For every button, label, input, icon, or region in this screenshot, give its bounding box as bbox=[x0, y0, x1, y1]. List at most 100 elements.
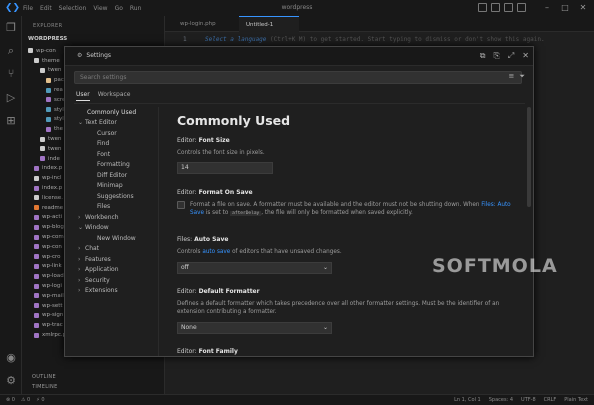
file-tree-label: twen bbox=[48, 145, 62, 152]
menu-selection[interactable]: Selection bbox=[59, 5, 87, 12]
watermark-text: SOFTMOLA bbox=[432, 255, 558, 277]
toc-item[interactable]: Formatting bbox=[74, 160, 158, 171]
clear-filter-icon[interactable]: ≡ bbox=[509, 72, 515, 81]
vscode-logo-icon: ❮❯ bbox=[5, 3, 21, 13]
toc-label: Files bbox=[97, 203, 111, 211]
auto-save-link[interactable]: auto save bbox=[202, 249, 230, 255]
close-window-icon[interactable]: ✕ bbox=[576, 3, 590, 12]
extensions-icon[interactable]: ⊞ bbox=[5, 115, 17, 127]
outline-section[interactable]: OUTLINE bbox=[32, 374, 56, 380]
maximize-icon[interactable]: □ bbox=[558, 3, 572, 12]
close-icon[interactable]: ✕ bbox=[522, 51, 529, 61]
source-control-icon[interactable]: ⑂ bbox=[5, 68, 17, 80]
activity-bar: ❐ ⌕ ⑂ ▷ ⊞ ◉ ⚙ bbox=[0, 16, 22, 394]
toc-item[interactable]: Commonly Used bbox=[74, 107, 158, 118]
file-tree-label: wp-acti bbox=[42, 214, 63, 221]
toggle-primary-sidebar-icon[interactable] bbox=[478, 3, 487, 12]
toc-item[interactable]: › Extensions bbox=[74, 286, 158, 297]
workspace-root[interactable]: WORDPRESS bbox=[28, 36, 67, 42]
language-mode[interactable]: Plain Text bbox=[564, 397, 588, 403]
toc-item[interactable]: ⌄ Text Editor bbox=[74, 118, 158, 129]
toc-item[interactable]: ⌄ Window bbox=[74, 223, 158, 234]
files-icon[interactable]: ❐ bbox=[5, 22, 17, 34]
settings-gear-icon: ⚙ bbox=[77, 52, 83, 59]
toc-item[interactable]: › Application bbox=[74, 265, 158, 276]
errors-status[interactable]: ⊗ 0 bbox=[6, 397, 15, 403]
setting-name: Format On Save bbox=[198, 189, 253, 196]
file-type-icon bbox=[34, 175, 39, 181]
menu-run[interactable]: Run bbox=[130, 5, 142, 12]
toc-label: Formatting bbox=[97, 161, 130, 169]
desc-part: of editors that have unsaved changes. bbox=[230, 249, 342, 255]
timeline-section[interactable]: TIMELINE bbox=[32, 384, 58, 390]
minimize-icon[interactable]: – bbox=[540, 3, 554, 12]
tab-untitled[interactable]: Untitled-1 bbox=[239, 16, 299, 32]
setting-prefix: Files: bbox=[177, 236, 195, 243]
tab-workspace[interactable]: Workspace bbox=[98, 91, 131, 101]
indentation[interactable]: Spaces: 4 bbox=[489, 397, 513, 403]
copy-icon[interactable]: ⧉ bbox=[480, 51, 486, 61]
setting-format-on-save: Editor: Format On Save Format a file on … bbox=[177, 189, 517, 218]
toggle-secondary-sidebar-icon[interactable] bbox=[504, 3, 513, 12]
toc-item[interactable]: Files bbox=[74, 202, 158, 213]
manage-gear-icon[interactable]: ⚙ bbox=[5, 375, 17, 387]
settings-title: ⚙ Settings bbox=[77, 52, 111, 59]
toc-item[interactable]: › Security bbox=[74, 275, 158, 286]
chevron-right-icon: › bbox=[78, 245, 81, 253]
tab-user[interactable]: User bbox=[76, 91, 90, 101]
settings-scrollbar[interactable] bbox=[527, 107, 531, 207]
toc-item[interactable]: › Workbench bbox=[74, 212, 158, 223]
line-number: 1 bbox=[183, 36, 187, 43]
select-language-link[interactable]: Select a language bbox=[205, 36, 266, 43]
font-size-input[interactable]: 14 bbox=[177, 162, 273, 174]
file-type-icon bbox=[34, 185, 39, 191]
menu-view[interactable]: View bbox=[93, 5, 107, 12]
setting-name: Font Family bbox=[198, 348, 238, 355]
settings-controls: ⧉ ⎘ ⤢ ✕ bbox=[480, 51, 529, 61]
cursor-position[interactable]: Ln 1, Col 1 bbox=[454, 397, 481, 403]
settings-search-input[interactable]: Search settings bbox=[74, 71, 522, 84]
toggle-panel-icon[interactable] bbox=[491, 3, 500, 12]
open-json-icon[interactable]: ⎘ bbox=[493, 51, 499, 61]
chevron-right-icon: › bbox=[78, 255, 81, 263]
toc-label: Find bbox=[97, 140, 110, 148]
toc-item[interactable]: Diff Editor bbox=[74, 170, 158, 181]
run-debug-icon[interactable]: ▷ bbox=[5, 92, 17, 104]
file-type-icon bbox=[34, 332, 39, 338]
filter-icon[interactable]: ⏷ bbox=[519, 72, 525, 81]
fullscreen-icon[interactable]: ⤢ bbox=[508, 51, 514, 61]
toc-item[interactable]: Font bbox=[74, 149, 158, 160]
chevron-right-icon: › bbox=[78, 276, 81, 284]
file-type-icon bbox=[34, 234, 39, 240]
file-tree-label: wp-load bbox=[42, 273, 64, 280]
chevron-down-icon: ⌄ bbox=[78, 119, 84, 127]
menu-go[interactable]: Go bbox=[115, 5, 123, 12]
toc-label: Security bbox=[85, 276, 110, 284]
toc-label: New Window bbox=[97, 234, 136, 242]
tab-wp-login[interactable]: wp-login.php bbox=[173, 16, 235, 32]
setting-desc: Format a file on save. A formatter must … bbox=[190, 201, 517, 218]
warnings-status[interactable]: ⚠ 0 bbox=[21, 397, 30, 403]
desc-part: Controls bbox=[177, 249, 203, 255]
toc-divider bbox=[158, 107, 159, 356]
setting-prefix: Editor: bbox=[177, 137, 199, 144]
menu-edit[interactable]: Edit bbox=[40, 5, 52, 12]
customize-layout-icon[interactable] bbox=[517, 3, 526, 12]
toc-item[interactable]: Cursor bbox=[74, 128, 158, 139]
toc-item[interactable]: Suggestions bbox=[74, 191, 158, 202]
toc-item[interactable]: New Window bbox=[74, 233, 158, 244]
toc-item[interactable]: › Chat bbox=[74, 244, 158, 255]
toc-item[interactable]: Find bbox=[74, 139, 158, 150]
search-icon[interactable]: ⌕ bbox=[5, 45, 17, 57]
auto-save-select[interactable]: off ⌄ bbox=[177, 262, 332, 274]
encoding[interactable]: UTF-8 bbox=[521, 397, 536, 403]
toc-item[interactable]: › Features bbox=[74, 254, 158, 265]
format-on-save-checkbox[interactable] bbox=[177, 201, 185, 209]
line-ending[interactable]: CRLF bbox=[544, 397, 557, 403]
ports-status[interactable]: ⚡ 0 bbox=[36, 397, 44, 403]
setting-title: Editor: Format On Save bbox=[177, 189, 517, 196]
account-icon[interactable]: ◉ bbox=[5, 352, 17, 364]
toc-item[interactable]: Minimap bbox=[74, 181, 158, 192]
menu-file[interactable]: File bbox=[23, 5, 33, 12]
default-formatter-select[interactable]: None ⌄ bbox=[177, 322, 332, 334]
